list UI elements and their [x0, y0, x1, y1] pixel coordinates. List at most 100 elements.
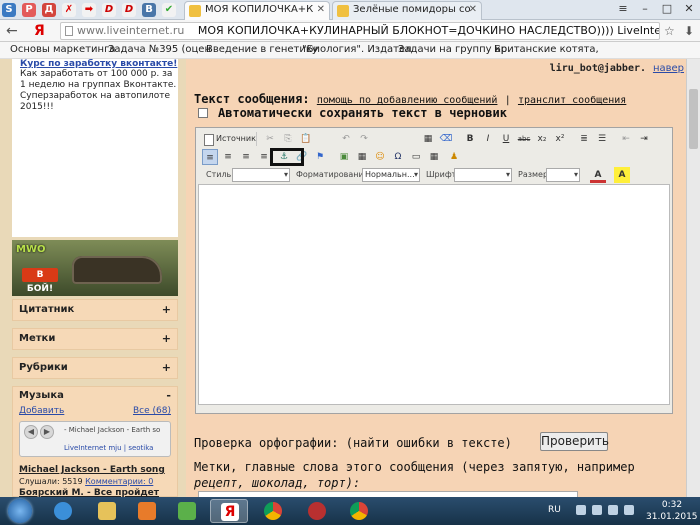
- volume-icon[interactable]: [608, 505, 618, 515]
- start-button[interactable]: [2, 498, 38, 524]
- bookmark-item[interactable]: Задача №395 (оцен: [108, 44, 211, 55]
- smiley-icon[interactable]: ☺: [372, 149, 388, 165]
- add-music-link[interactable]: Добавить: [19, 406, 64, 416]
- yandex-icon[interactable]: Я: [34, 22, 45, 40]
- help-link[interactable]: помощь по добавлению сообщений: [317, 95, 498, 106]
- pinned-tab-icon[interactable]: ✗: [62, 3, 76, 17]
- pinned-tab-icon[interactable]: Д: [42, 3, 56, 17]
- horizontal-rule-icon[interactable]: ▭: [408, 149, 424, 165]
- expand-icon[interactable]: +: [162, 332, 171, 345]
- format-select[interactable]: Нормальн...: [362, 168, 420, 182]
- taskbar-media[interactable]: [128, 499, 166, 523]
- sidebar-section-tags[interactable]: Метки +: [12, 328, 178, 350]
- table-icon[interactable]: ▦: [354, 149, 370, 165]
- sidebar-section-quotes[interactable]: Цитатник +: [12, 299, 178, 321]
- close-icon[interactable]: ✕: [317, 4, 325, 15]
- pinned-tab-icon[interactable]: D: [102, 3, 116, 17]
- bookmark-item[interactable]: Основы маркетинга: [10, 44, 115, 55]
- subscript-icon[interactable]: x₂: [534, 131, 550, 147]
- menu-icon[interactable]: ≡: [612, 0, 634, 18]
- tray-icon[interactable]: [624, 505, 634, 515]
- paste-icon[interactable]: 📋: [298, 131, 314, 147]
- all-music-link[interactable]: Все (68): [133, 406, 171, 416]
- jabber-more-link[interactable]: навер: [653, 63, 684, 74]
- autosave-option[interactable]: Автоматически сохранять текст в черновик: [198, 106, 507, 120]
- tab-inactive[interactable]: Зелёные помидоры со ✕: [332, 1, 482, 20]
- scrollbar-thumb[interactable]: [689, 89, 698, 149]
- close-icon[interactable]: ✕: [469, 4, 477, 15]
- taskbar-ie[interactable]: [44, 499, 82, 523]
- ad-link[interactable]: Курс по заработку вконтакте!: [20, 59, 180, 69]
- align-left-icon[interactable]: ≡: [202, 149, 218, 165]
- iframe-icon[interactable]: ▦: [426, 149, 442, 165]
- comments-link[interactable]: Комментарии: 0: [85, 477, 153, 486]
- underline-icon[interactable]: U: [498, 131, 514, 147]
- tray-icon[interactable]: [576, 505, 586, 515]
- translit-link[interactable]: транслит сообщения: [518, 95, 626, 106]
- vk-tab-icon[interactable]: B: [142, 3, 156, 17]
- expand-icon[interactable]: +: [162, 303, 171, 316]
- game-banner[interactable]: MWO В БОЙ!: [12, 240, 178, 296]
- redo-icon[interactable]: ↷: [356, 131, 372, 147]
- strikethrough-icon[interactable]: abc: [516, 131, 532, 147]
- eraser-icon[interactable]: ⌫: [438, 131, 454, 147]
- sidebar-section-rubrics[interactable]: Рубрики +: [12, 357, 178, 379]
- numbered-list-icon[interactable]: ≣: [576, 131, 592, 147]
- maximize-icon[interactable]: □: [656, 0, 678, 18]
- bookmark-item[interactable]: "Биология". Издател: [302, 44, 412, 55]
- close-window-icon[interactable]: ✕: [678, 0, 700, 18]
- page-scrollbar[interactable]: [686, 59, 700, 497]
- language-indicator[interactable]: RU: [548, 505, 561, 515]
- outdent-icon[interactable]: ⇤: [618, 131, 634, 147]
- bulleted-list-icon[interactable]: ☰: [594, 131, 610, 147]
- minimize-icon[interactable]: –: [634, 0, 656, 18]
- clock-date[interactable]: 31.01.2015: [646, 512, 698, 522]
- network-icon[interactable]: [592, 505, 602, 515]
- prev-icon[interactable]: ◀: [24, 425, 38, 439]
- align-center-icon[interactable]: ≡: [220, 149, 236, 165]
- source-button[interactable]: Источник: [202, 131, 256, 147]
- cut-icon[interactable]: ✂: [262, 131, 278, 147]
- pinned-tab-icon[interactable]: ➡: [82, 3, 96, 17]
- expand-icon[interactable]: +: [162, 361, 171, 374]
- select-all-icon[interactable]: ▦: [420, 131, 436, 147]
- pinned-tab-icon[interactable]: S: [2, 3, 16, 17]
- editor-text-area[interactable]: [198, 184, 670, 405]
- bookmark-item[interactable]: Задачи на группу кр: [398, 44, 507, 55]
- indent-icon[interactable]: ⇥: [636, 131, 652, 147]
- tab-active[interactable]: МОЯ КОПИЛОЧКА+К ✕: [184, 1, 330, 20]
- align-right-icon[interactable]: ≡: [238, 149, 254, 165]
- text-color-icon[interactable]: A: [590, 167, 606, 183]
- back-icon[interactable]: ←: [6, 22, 18, 40]
- superscript-icon[interactable]: x²: [552, 131, 568, 147]
- song-link[interactable]: Michael Jackson - Earth song: [19, 465, 165, 475]
- star-icon[interactable]: ☆: [664, 22, 675, 40]
- check-button[interactable]: Проверить: [540, 432, 609, 451]
- bold-icon[interactable]: B: [462, 131, 478, 147]
- bookmark-item[interactable]: Британские котята,: [494, 44, 599, 55]
- taskbar-yandex[interactable]: Я: [210, 499, 248, 523]
- taskbar-chrome[interactable]: [254, 499, 292, 523]
- clock-time[interactable]: 0:32: [652, 500, 692, 510]
- taskbar-app[interactable]: [168, 499, 206, 523]
- flag-icon[interactable]: ⚑: [312, 149, 328, 165]
- italic-icon[interactable]: I: [480, 131, 496, 147]
- pinned-tab-icon[interactable]: P: [22, 3, 36, 17]
- taskbar-explorer[interactable]: [88, 499, 126, 523]
- font-select[interactable]: [454, 168, 512, 182]
- pinned-tab-icon[interactable]: ✔: [162, 3, 176, 17]
- undo-icon[interactable]: ↶: [338, 131, 354, 147]
- taskbar-chrome-2[interactable]: [340, 499, 378, 523]
- taskbar-app[interactable]: [298, 499, 336, 523]
- collapse-icon[interactable]: -: [166, 389, 171, 402]
- style-select[interactable]: [232, 168, 290, 182]
- special-char-icon[interactable]: Ω: [390, 149, 406, 165]
- autosave-checkbox[interactable]: [198, 108, 208, 118]
- pinned-tab-icon[interactable]: D: [122, 3, 136, 17]
- size-select[interactable]: [546, 168, 580, 182]
- user-icon[interactable]: ♟: [446, 149, 462, 165]
- banner-button[interactable]: В БОЙ!: [22, 268, 58, 294]
- download-icon[interactable]: ⬇: [684, 22, 694, 40]
- url-field[interactable]: www.liveinternet.ru МОЯ КОПИЛОЧКА+КУЛИНА…: [60, 22, 660, 40]
- image-icon[interactable]: ▣: [336, 149, 352, 165]
